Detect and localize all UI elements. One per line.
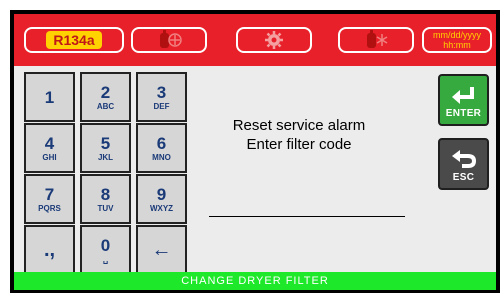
- enter-label: ENTER: [445, 108, 482, 119]
- space-icon: ␣: [102, 254, 109, 264]
- key-1[interactable]: 1: [24, 72, 75, 122]
- key-letters: DEF: [153, 101, 170, 111]
- key-letters: JKL: [97, 152, 114, 162]
- tank-snowflake-icon: [367, 30, 388, 48]
- key-letters: MNO: [152, 152, 171, 162]
- key-digit: 5: [100, 133, 111, 153]
- key-letters: PQRS: [38, 203, 61, 213]
- key-0[interactable]: 0 ␣: [80, 225, 131, 275]
- date-text: mm/dd/yyyy: [432, 30, 481, 40]
- time-text: hh:mm: [443, 40, 471, 50]
- key-digit: 4: [44, 133, 55, 153]
- key-9[interactable]: 9 WXYZ: [136, 174, 187, 224]
- main-panel: 1 2 ABC 3 DEF 4 GHI 5 JKL 6 MNO 7 PQRS 8…: [14, 66, 496, 275]
- key-letters: WXYZ: [149, 203, 174, 213]
- key-symbol: .,: [43, 239, 56, 261]
- key-digit: 7: [44, 184, 55, 204]
- key-letters: TUV: [97, 203, 114, 213]
- escape-button[interactable]: ESC: [438, 138, 489, 190]
- datetime-display[interactable]: mm/dd/yyyy hh:mm: [422, 27, 492, 53]
- key-6[interactable]: 6 MNO: [136, 123, 187, 173]
- prompt-line-1: Reset service alarm: [232, 117, 366, 134]
- code-input-field[interactable]: [209, 216, 405, 217]
- refrigerant-label: R134a: [46, 31, 102, 49]
- key-letters: GHI: [42, 152, 57, 162]
- refrigerant-badge[interactable]: R134a: [24, 27, 124, 53]
- gear-icon: [265, 31, 283, 49]
- prompt-message: Reset service alarm Enter filter code: [199, 116, 399, 154]
- enter-arrow-icon: [451, 87, 474, 104]
- key-digit: 1: [44, 87, 55, 107]
- key-digit: 8: [100, 184, 111, 204]
- key-7[interactable]: 7 PQRS: [24, 174, 75, 224]
- key-digit: 6: [156, 133, 167, 153]
- key-digit: 0: [100, 235, 111, 255]
- key-digit: 2: [100, 82, 111, 102]
- key-backspace[interactable]: ←: [136, 225, 187, 275]
- enter-button[interactable]: ENTER: [438, 74, 489, 126]
- key-digit: 9: [156, 184, 167, 204]
- header-bar: R134a mm/dd/yyyy hh:mm: [14, 14, 496, 66]
- key-digit: 3: [156, 82, 167, 102]
- key-punctuation[interactable]: .,: [24, 225, 75, 275]
- settings-button[interactable]: [236, 27, 312, 53]
- esc-label: ESC: [452, 172, 475, 183]
- tank-fan-button[interactable]: [131, 27, 207, 53]
- tank-snowflake-button[interactable]: [338, 27, 414, 53]
- key-3[interactable]: 3 DEF: [136, 72, 187, 122]
- key-8[interactable]: 8 TUV: [80, 174, 131, 224]
- device-screen: R134a mm/dd/yyyy hh:mm 1 2 ABC 3 DEF 4 G…: [10, 10, 500, 293]
- tank-fan-icon: [160, 30, 182, 48]
- key-letters: ABC: [96, 101, 115, 111]
- status-text: CHANGE DRYER FILTER: [181, 275, 329, 287]
- key-5[interactable]: 5 JKL: [80, 123, 131, 173]
- backspace-arrow-icon: ←: [151, 239, 172, 261]
- key-4[interactable]: 4 GHI: [24, 123, 75, 173]
- prompt-line-2: Enter filter code: [246, 136, 352, 153]
- key-2[interactable]: 2 ABC: [80, 72, 131, 122]
- status-bar: CHANGE DRYER FILTER: [14, 272, 496, 290]
- undo-arrow-icon: [451, 150, 476, 168]
